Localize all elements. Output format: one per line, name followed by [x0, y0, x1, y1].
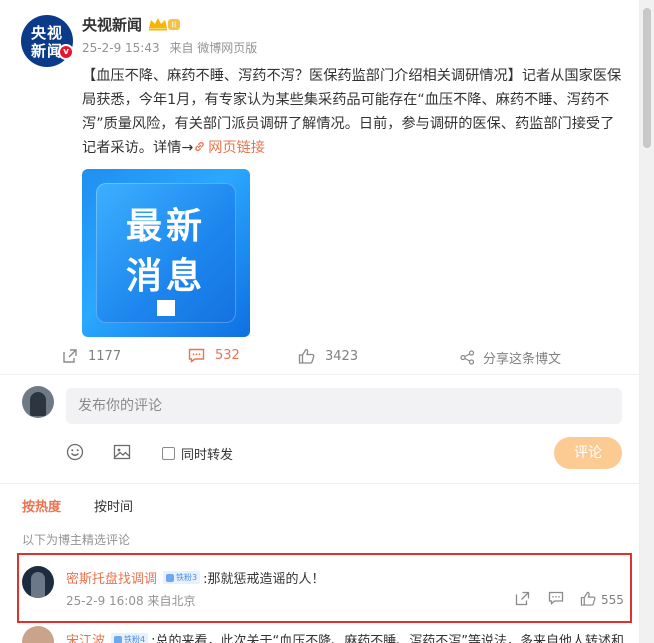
comment-text: :总的来看，此次关于“血压不降、麻药不睡、泻药不泻”等说法，多来自他人转述和	[151, 634, 624, 643]
thumbs-up-icon	[298, 348, 315, 364]
post-action-bar: 1177 532 3423 分享这条博文	[0, 342, 640, 372]
divider	[0, 374, 640, 375]
comment-avatar[interactable]	[22, 626, 54, 643]
comment-icon	[188, 348, 205, 363]
image-headline-line1: 最新	[125, 206, 206, 247]
repost-count: 1177	[88, 348, 122, 364]
share-label: 分享这条博文	[483, 352, 562, 367]
divider	[0, 483, 640, 484]
like-button[interactable]: 3423	[298, 348, 358, 364]
comment-username[interactable]: 宋江波	[66, 630, 105, 643]
weibo-post-page: 央视 新闻 v 央视新闻 II 25-2-9 15:43 来自 微博网页版 【血…	[0, 0, 640, 643]
share-icon	[460, 350, 475, 365]
post-timestamp[interactable]: 25-2-9 15:43	[82, 41, 160, 55]
fan-badge-label: 铁粉3	[176, 573, 198, 582]
avatar-figure	[31, 572, 45, 598]
author-name[interactable]: 央视新闻	[82, 14, 142, 35]
featured-comments-note: 以下为博主精选评论	[22, 533, 131, 547]
web-link[interactable]: 网页链接	[193, 140, 265, 156]
sort-by-hot-tab[interactable]: 按热度	[22, 496, 61, 515]
comment-line: 宋江波 铁粉4 :总的来看，此次关于“血压不降、麻药不睡、泻药不泻”等说法，多来…	[66, 630, 626, 643]
checkbox-box[interactable]	[162, 447, 175, 460]
repost-icon	[63, 349, 77, 363]
sort-by-time-tab[interactable]: 按时间	[94, 496, 133, 515]
image-logo	[157, 300, 175, 316]
comment-meta: 25-2-9 16:08 来自北京	[66, 592, 195, 609]
also-repost-checkbox[interactable]: 同时转发	[162, 444, 233, 463]
comment-input[interactable]	[66, 388, 622, 424]
post-body: 【血压不降、麻药不睡、泻药不泻？医保药监部门介绍相关调研情况】记者从国家医保局获…	[82, 64, 627, 160]
scrollbar[interactable]	[640, 0, 654, 643]
emoji-icon[interactable]	[66, 443, 84, 461]
verified-badge-icon: v	[58, 44, 74, 60]
fan-level-badge: 铁粉4	[111, 633, 149, 643]
comment-count: 532	[215, 348, 240, 363]
comment-line: 密斯托盘找调调 铁粉3 :那就惩戒造谣的人！	[66, 568, 325, 587]
image-headline-line2: 消息	[125, 256, 206, 297]
like-count: 3423	[325, 348, 359, 364]
post-image[interactable]: 最新 消息	[82, 169, 250, 337]
also-repost-label: 同时转发	[181, 448, 234, 463]
share-button[interactable]: 分享这条博文	[460, 348, 561, 367]
web-link-label: 网页链接	[208, 140, 265, 156]
comment-username[interactable]: 密斯托盘找调调	[66, 568, 157, 587]
svg-text:II: II	[172, 21, 177, 30]
comment-repost-icon[interactable]	[515, 591, 530, 606]
link-icon	[195, 141, 204, 152]
fan-badge-icon	[114, 635, 123, 643]
avatar-figure	[30, 392, 46, 416]
comment-avatar[interactable]	[22, 566, 54, 598]
submit-comment-button[interactable]: 评论	[554, 437, 622, 469]
comment-button[interactable]: 532	[188, 348, 240, 363]
post-text: 【血压不降、麻药不睡、泻药不泻？医保药监部门介绍相关调研情况】记者从国家医保局获…	[82, 68, 622, 156]
fan-badge-icon	[166, 573, 175, 582]
scrollbar-thumb[interactable]	[643, 8, 651, 148]
highlight-box	[17, 553, 632, 623]
comment-timestamp: 25-2-9 16:08	[66, 594, 144, 608]
post-source: 来自 微博网页版	[169, 41, 258, 55]
comment-like-count: 555	[601, 593, 624, 607]
comment-location: 来自北京	[147, 594, 196, 608]
comment-text: :那就惩戒造谣的人！	[203, 572, 325, 587]
post-meta: 25-2-9 15:43 来自 微博网页版	[82, 39, 263, 56]
repost-button[interactable]: 1177	[62, 348, 121, 364]
comment-reply-icon[interactable]	[548, 591, 564, 605]
fan-badge-label: 铁粉4	[124, 635, 146, 643]
image-upload-icon[interactable]	[113, 443, 131, 461]
current-user-avatar[interactable]	[22, 386, 54, 418]
comment-like-icon[interactable]	[580, 591, 596, 606]
vip-crown-icon: II	[149, 18, 180, 31]
fan-level-badge: 铁粉3	[163, 571, 201, 584]
